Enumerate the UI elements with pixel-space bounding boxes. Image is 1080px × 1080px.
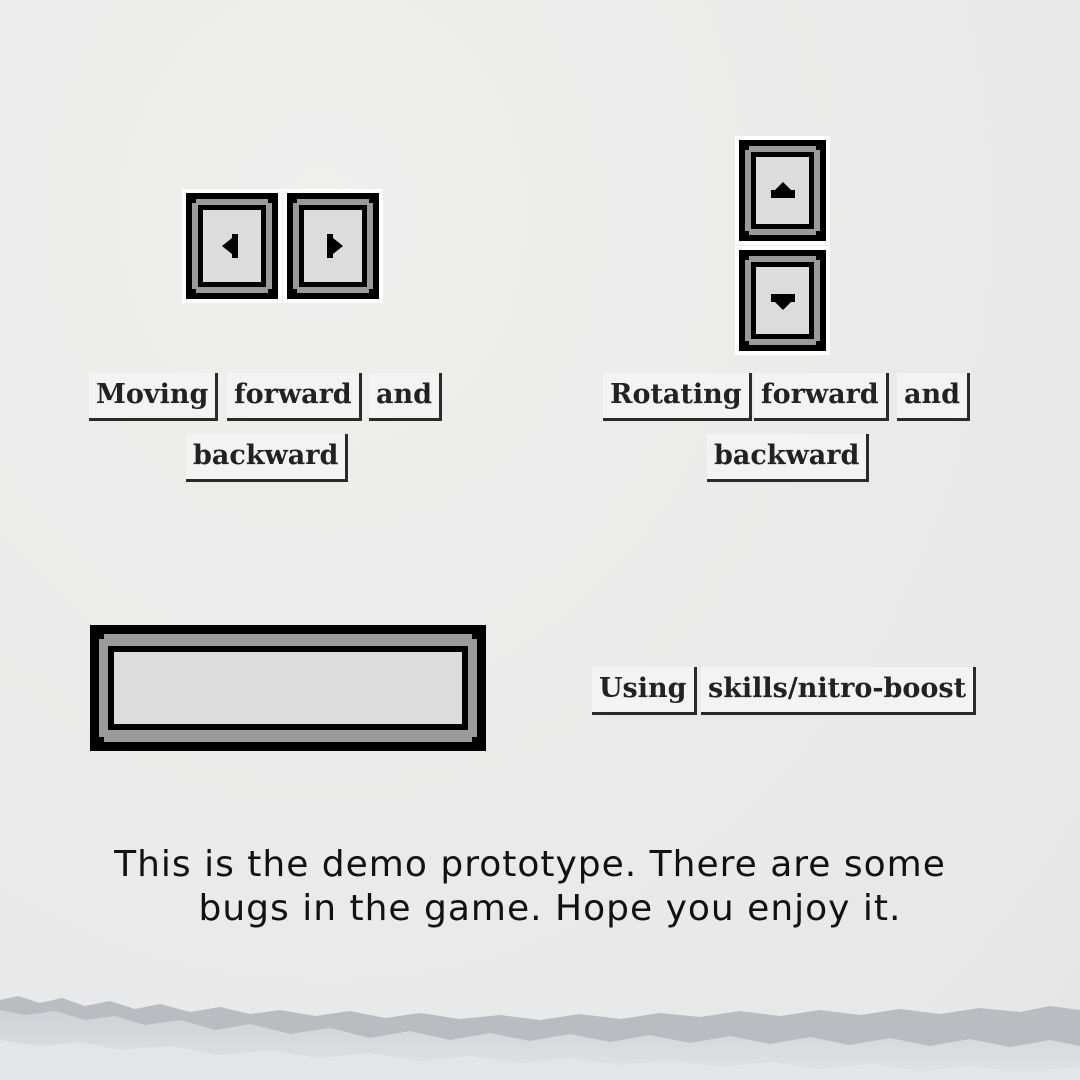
torn-paper-edge [0,996,1080,1080]
